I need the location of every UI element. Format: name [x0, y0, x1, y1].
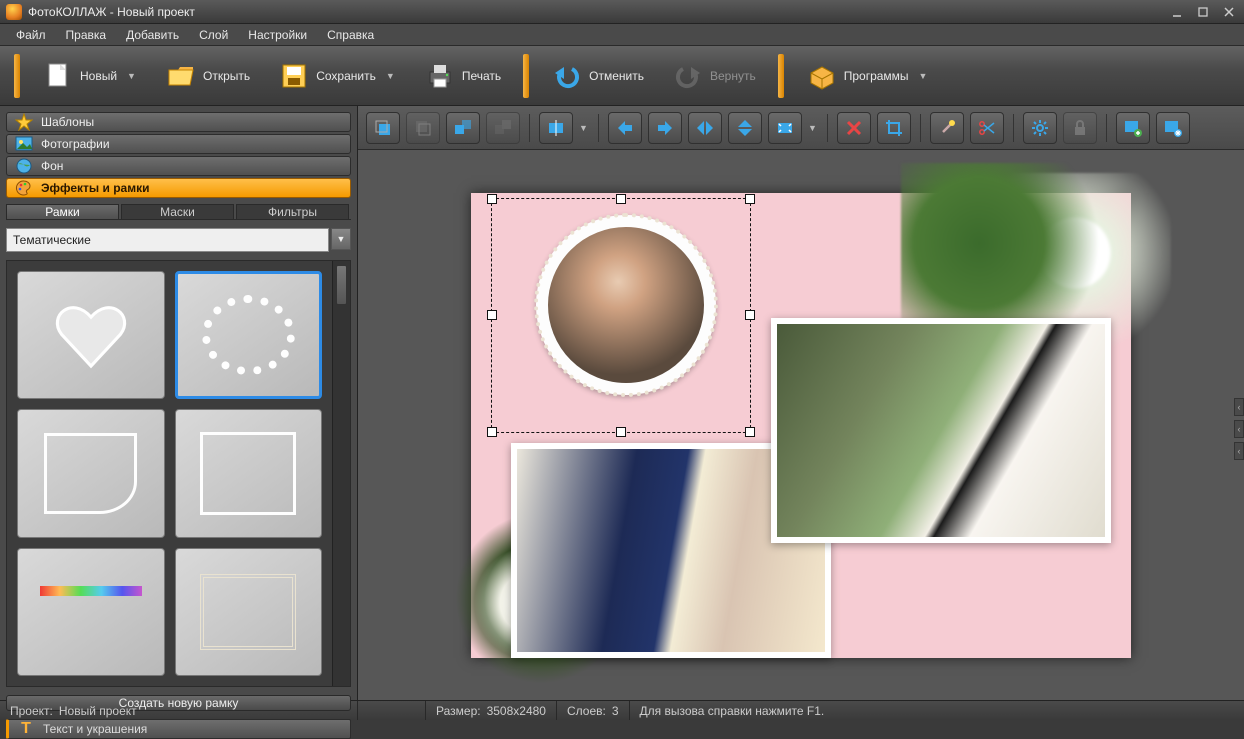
- right-panel-toggle[interactable]: ‹‹‹: [1234, 398, 1244, 460]
- main-toolbar: Новый▼ Открыть Сохранить▼ Печать Отменит…: [0, 46, 1244, 106]
- palette-icon: [15, 179, 33, 197]
- menu-bar: Файл Правка Добавить Слой Настройки Спра…: [0, 24, 1244, 46]
- bring-front-button[interactable]: [366, 112, 400, 144]
- menu-settings[interactable]: Настройки: [240, 26, 315, 44]
- new-file-icon: [42, 60, 74, 92]
- photo-icon: [15, 135, 33, 153]
- print-button[interactable]: Печать: [414, 56, 511, 96]
- box-icon: [806, 60, 838, 92]
- menu-edit[interactable]: Правка: [58, 26, 115, 44]
- programs-button[interactable]: Программы▼: [796, 56, 939, 96]
- workspace-toolbar: ▼ ▼: [358, 106, 1244, 150]
- sidebar: Шаблоны Фотографии Фон Эффекты и рамки Р…: [0, 106, 358, 700]
- apply-effects-button[interactable]: [1156, 112, 1190, 144]
- chevron-down-icon[interactable]: ▼: [331, 228, 351, 250]
- redo-icon: [672, 60, 704, 92]
- subtab-masks[interactable]: Маски: [121, 204, 234, 219]
- toolbar-separator: [14, 54, 20, 98]
- frame-thumb-circle[interactable]: [175, 271, 323, 399]
- status-project-label: Проект:: [10, 704, 53, 718]
- crop-button[interactable]: [877, 112, 911, 144]
- frame-thumb-ornate[interactable]: [175, 548, 323, 676]
- save-button[interactable]: Сохранить▼: [268, 56, 406, 96]
- lock-button[interactable]: [1063, 112, 1097, 144]
- status-bar: Проект: Новый проект Размер: 3508x2480 С…: [0, 700, 1244, 720]
- send-backward-button[interactable]: [486, 112, 520, 144]
- close-button[interactable]: [1220, 5, 1238, 19]
- window-title: ФотоКОЛЛАЖ - Новый проект: [28, 5, 1168, 19]
- align-button[interactable]: [539, 112, 573, 144]
- status-size-value: 3508x2480: [487, 704, 546, 718]
- globe-icon: [15, 157, 33, 175]
- toolbar-separator: [778, 54, 784, 98]
- rotate-left-button[interactable]: [608, 112, 642, 144]
- frame-thumb-rainbow[interactable]: [17, 548, 165, 676]
- photo-couple-forest[interactable]: [771, 318, 1111, 543]
- sidebar-background[interactable]: Фон: [6, 156, 351, 176]
- magic-wand-button[interactable]: [930, 112, 964, 144]
- menu-add[interactable]: Добавить: [118, 26, 187, 44]
- fit-screen-button[interactable]: [768, 112, 802, 144]
- effects-subtabs: Рамки Маски Фильтры: [6, 204, 351, 220]
- add-image-button[interactable]: [1116, 112, 1150, 144]
- new-button[interactable]: Новый▼: [32, 56, 147, 96]
- sidebar-effects-frames[interactable]: Эффекты и рамки: [6, 178, 351, 198]
- selection-box[interactable]: [491, 198, 751, 433]
- chevron-down-icon[interactable]: ▼: [579, 123, 589, 133]
- chevron-down-icon: ▼: [919, 71, 929, 81]
- status-layers-label: Слоев:: [567, 704, 606, 718]
- maximize-button[interactable]: [1194, 5, 1212, 19]
- minimize-button[interactable]: [1168, 5, 1186, 19]
- chevron-down-icon: ▼: [127, 71, 137, 81]
- flip-horizontal-button[interactable]: [688, 112, 722, 144]
- undo-icon: [551, 60, 583, 92]
- status-project-name: Новый проект: [59, 704, 137, 718]
- canvas-area[interactable]: ‹‹‹: [358, 150, 1244, 700]
- redo-button[interactable]: Вернуть: [662, 56, 766, 96]
- save-icon: [278, 60, 310, 92]
- app-logo-icon: [6, 4, 22, 20]
- subtab-filters[interactable]: Фильтры: [236, 204, 349, 219]
- toolbar-separator: [523, 54, 529, 98]
- status-help-hint: Для вызова справки нажмите F1.: [640, 704, 825, 718]
- folder-open-icon: [165, 60, 197, 92]
- flip-vertical-button[interactable]: [728, 112, 762, 144]
- chevron-down-icon[interactable]: ▼: [808, 123, 818, 133]
- subtab-frames[interactable]: Рамки: [6, 204, 119, 219]
- status-layers-value: 3: [612, 704, 619, 718]
- menu-help[interactable]: Справка: [319, 26, 382, 44]
- frame-scrollbar[interactable]: [332, 261, 350, 686]
- settings-button[interactable]: [1023, 112, 1057, 144]
- sidebar-photos[interactable]: Фотографии: [6, 134, 351, 154]
- frame-category-select[interactable]: Тематические: [6, 228, 329, 252]
- send-back-button[interactable]: [406, 112, 440, 144]
- title-bar: ФотоКОЛЛАЖ - Новый проект: [0, 0, 1244, 24]
- bring-forward-button[interactable]: [446, 112, 480, 144]
- status-size-label: Размер:: [436, 704, 481, 718]
- printer-icon: [424, 60, 456, 92]
- frame-thumb-heart[interactable]: [17, 271, 165, 399]
- rotate-right-button[interactable]: [648, 112, 682, 144]
- collage-canvas[interactable]: [471, 193, 1131, 658]
- frame-thumb-square[interactable]: [175, 409, 323, 537]
- frame-thumbnails-panel: [6, 260, 351, 687]
- delete-button[interactable]: [837, 112, 871, 144]
- text-icon: T: [17, 720, 35, 738]
- undo-button[interactable]: Отменить: [541, 56, 654, 96]
- chevron-down-icon: ▼: [386, 71, 396, 81]
- open-button[interactable]: Открыть: [155, 56, 260, 96]
- menu-layer[interactable]: Слой: [191, 26, 236, 44]
- sidebar-text-decorations[interactable]: T Текст и украшения: [6, 719, 351, 739]
- sidebar-templates[interactable]: Шаблоны: [6, 112, 351, 132]
- scissors-button[interactable]: [970, 112, 1004, 144]
- menu-file[interactable]: Файл: [8, 26, 54, 44]
- star-icon: [15, 113, 33, 131]
- frame-thumb-leaf[interactable]: [17, 409, 165, 537]
- workspace: ▼ ▼: [358, 106, 1244, 700]
